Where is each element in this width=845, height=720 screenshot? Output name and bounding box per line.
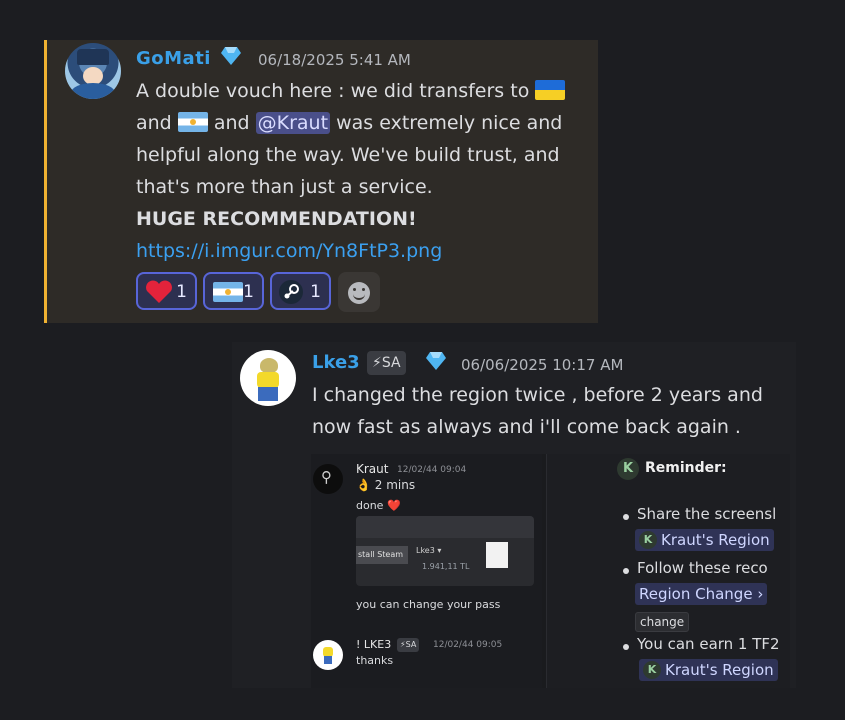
avatar[interactable] bbox=[240, 350, 296, 406]
message-body: A double vouch here : we did transfers t… bbox=[136, 75, 591, 267]
bullet bbox=[623, 514, 629, 520]
server-tag: ⚡SA bbox=[397, 638, 420, 652]
channel-chip: K Kraut's Region bbox=[635, 529, 774, 551]
kraut-name: Kraut bbox=[356, 462, 389, 476]
reaction-heart[interactable]: 1 bbox=[136, 272, 197, 310]
screenshot-chat-panel: Kraut 12/02/44 09:04 👌 2 mins done ❤️ st… bbox=[311, 454, 542, 688]
reaction-argentina-flag[interactable]: 1 bbox=[203, 272, 264, 310]
smiley-icon bbox=[348, 282, 370, 304]
timestamp: 06/18/2025 5:41 AM bbox=[258, 51, 411, 69]
username[interactable]: Lke3 bbox=[312, 352, 360, 373]
lke3-avatar bbox=[313, 640, 343, 670]
steam-thumbnail: stall Steam Lke3 ▾ 1.941,11 TL bbox=[356, 516, 534, 586]
user-mention[interactable]: @Kraut bbox=[255, 112, 331, 134]
argentina-flag-icon bbox=[213, 282, 243, 302]
timestamp: 06/06/2025 10:17 AM bbox=[461, 356, 624, 374]
bullet bbox=[623, 644, 629, 650]
argentina-flag-icon bbox=[177, 112, 208, 132]
kraut-avatar bbox=[313, 464, 343, 494]
message-body: I changed the region twice , before 2 ye… bbox=[312, 384, 763, 438]
kraut-time: 12/02/44 09:04 bbox=[397, 465, 467, 475]
image-link[interactable]: https://i.imgur.com/Yn8FtP3.png bbox=[136, 235, 591, 267]
ukraine-flag-icon bbox=[535, 80, 566, 100]
diamond-badge-icon bbox=[426, 352, 446, 370]
server-tag[interactable]: ⚡SA bbox=[367, 351, 406, 375]
inline-code: change bbox=[635, 612, 690, 632]
avatar[interactable] bbox=[65, 43, 121, 99]
channel-chip: K Kraut's Region bbox=[639, 659, 778, 681]
bullet bbox=[623, 568, 629, 574]
message-gomati: GoMati 06/18/2025 5:41 AM A double vouch… bbox=[44, 40, 598, 323]
account-avatar bbox=[486, 542, 508, 568]
steam-icon bbox=[279, 280, 303, 304]
lke3-name: ! LKE3 bbox=[356, 638, 392, 651]
diamond-badge-icon bbox=[221, 47, 241, 65]
attached-screenshot[interactable]: Kraut 12/02/44 09:04 👌 2 mins done ❤️ st… bbox=[311, 454, 790, 688]
screenshot-reminder-panel: K Reminder: Share the screensl K Kraut's … bbox=[546, 454, 790, 688]
username[interactable]: GoMati bbox=[136, 48, 211, 69]
channel-chip: Region Change › bbox=[635, 583, 768, 605]
heart-icon bbox=[146, 280, 172, 303]
kraut-logo-icon: K bbox=[617, 458, 639, 480]
reaction-steam[interactable]: 1 bbox=[270, 272, 331, 310]
message-lke3: Lke3 ⚡SA 06/06/2025 10:17 AM I changed t… bbox=[232, 342, 796, 688]
add-reaction-button[interactable] bbox=[338, 272, 380, 312]
